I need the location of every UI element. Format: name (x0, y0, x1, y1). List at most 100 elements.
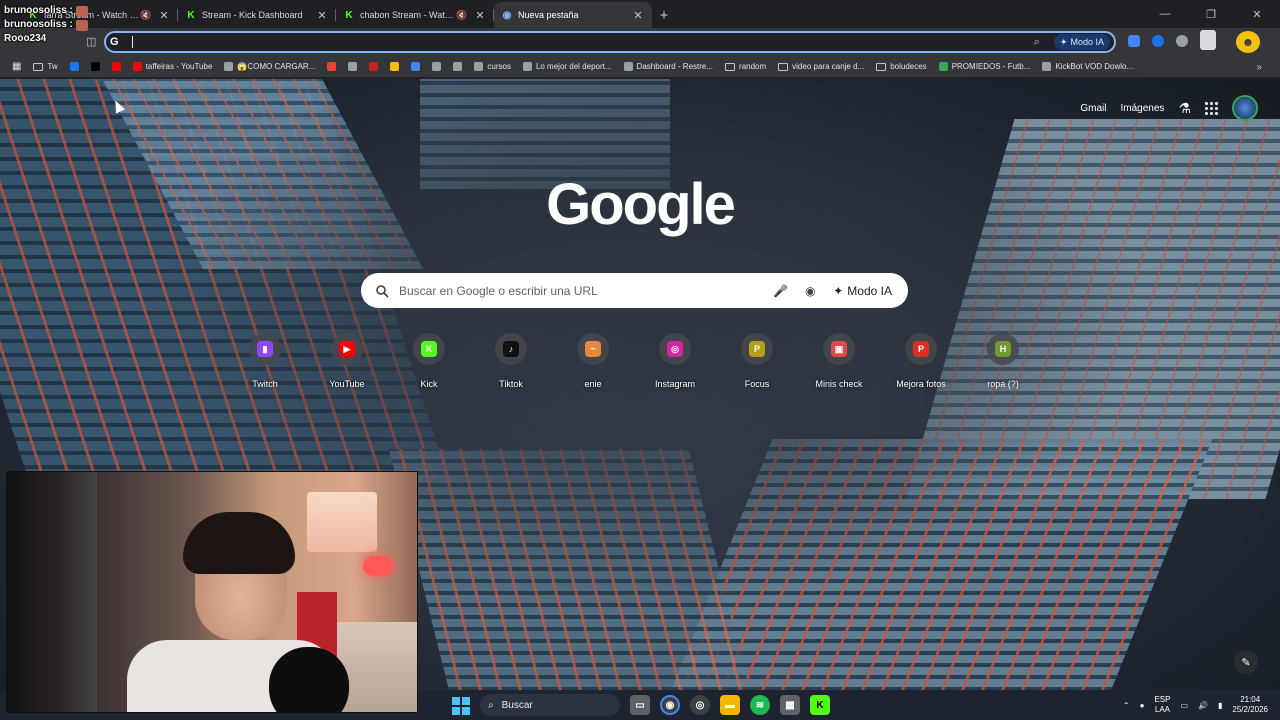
bookmark-favicon-icon (411, 62, 421, 71)
bookmark-item[interactable] (384, 56, 405, 78)
bookmark-label: boludeces (890, 62, 927, 71)
zoom-search-icon[interactable]: ⌕ (1034, 36, 1040, 49)
bookmark-item[interactable] (363, 56, 384, 78)
windows-start-icon[interactable] (450, 695, 470, 715)
modo-ia-chip[interactable]: ✦ Modo IA (1053, 34, 1110, 50)
shortcut-circle: P (741, 333, 773, 365)
microphone-icon[interactable]: 🎤 (773, 284, 788, 298)
spotify-icon[interactable]: ≋ (750, 695, 770, 715)
battery-icon[interactable]: ▮ (1218, 701, 1222, 710)
shortcut-tile[interactable]: Hropa (?) (962, 331, 1044, 389)
extension-icon[interactable] (1200, 30, 1216, 50)
shortcut-tile[interactable]: ▣ Minis check (798, 331, 880, 389)
google-apps-icon[interactable] (1205, 101, 1218, 115)
bookmark-item[interactable] (405, 56, 426, 78)
shortcut-tile[interactable]: ♪ Tiktok (470, 331, 552, 389)
minimize-button[interactable]: — (1142, 0, 1188, 28)
bookmark-item[interactable] (85, 56, 106, 78)
bookmark-item[interactable] (426, 56, 447, 78)
bookmark-item[interactable]: PROMIEDOS - Futb... (933, 56, 1037, 78)
chrome-icon[interactable]: ◉ (660, 695, 680, 715)
new-tab-button[interactable]: + (652, 2, 676, 28)
mejora-fotos-icon: P (913, 341, 929, 357)
file-explorer-icon[interactable]: ▬ (720, 695, 740, 715)
close-window-button[interactable]: ✕ (1234, 0, 1280, 28)
bookmark-folder[interactable]: random (719, 56, 772, 78)
customize-pencil-icon[interactable]: ✎ (1234, 650, 1258, 674)
bookmark-item[interactable] (321, 56, 342, 78)
bookmark-item[interactable]: taffeiras - YouTube (127, 56, 219, 78)
address-bar[interactable]: G ⌕ ✦ Modo IA (104, 31, 1116, 53)
tray-chevron-icon[interactable]: ⌃ (1123, 701, 1130, 710)
network-icon[interactable]: ▭ (1180, 701, 1188, 710)
bookmark-folder[interactable]: video para canje d... (772, 56, 870, 78)
browser-tab[interactable]: ◉ Nueva pestaña ✕ (494, 2, 652, 28)
volume-icon[interactable]: 🔊 (1198, 701, 1208, 710)
taskbar-search[interactable]: ⌕ Buscar (480, 694, 620, 716)
bookmark-item[interactable]: KickBot VOD Dowlo... (1036, 56, 1139, 78)
google-lens-icon[interactable]: ◉ (803, 284, 817, 298)
bookmark-item[interactable] (447, 56, 468, 78)
tab-close-icon[interactable]: ✕ (316, 9, 328, 22)
tray-app-icon[interactable]: ● (1140, 701, 1145, 710)
google-search-box[interactable]: Buscar en Google o escribir una URL 🎤 ◉ … (361, 273, 908, 308)
bookmark-folder[interactable]: boludeces (870, 56, 932, 78)
shortcut-label: ropa (?) (987, 379, 1019, 389)
shortcut-circle: ▮ (249, 333, 281, 365)
bookmark-favicon-icon (474, 62, 484, 71)
bookmark-item[interactable] (342, 56, 363, 78)
gmail-link[interactable]: Gmail (1080, 103, 1106, 114)
more-bookmarks-icon[interactable]: » (1256, 56, 1262, 78)
chat-emote (75, 5, 88, 17)
browser-tab[interactable]: K Stream - Kick Dashboard ✕ (178, 2, 336, 28)
clock[interactable]: 21:04 25/2/2026 (1232, 695, 1268, 715)
shortcut-tile[interactable]: ◎ Instagram (634, 331, 716, 389)
task-view-icon[interactable]: ▭ (630, 695, 650, 715)
shortcut-tile[interactable]: P Mejora fotos (880, 331, 962, 389)
extension-icon[interactable] (1152, 35, 1164, 47)
tab-close-icon[interactable]: ✕ (474, 9, 486, 22)
tab-close-icon[interactable]: ✕ (632, 9, 644, 22)
system-tray: ⌃ ● ESP LAA ▭ 🔊 ▮ 21:04 25/2/2026 (1123, 690, 1280, 720)
shortcut-label: Kick (420, 379, 438, 389)
bookmark-item[interactable]: Dashboard - Restre... (618, 56, 719, 78)
maximize-button[interactable]: ❐ (1188, 0, 1234, 28)
shortcut-tile[interactable]: K Kick (388, 331, 470, 389)
apps-grid-icon[interactable]: ▦ (6, 56, 27, 78)
shortcut-tile[interactable]: ▮ Twitch (224, 331, 306, 389)
account-avatar[interactable] (1232, 95, 1258, 121)
store-icon[interactable]: ▦ (780, 695, 800, 715)
tab-muted-icon[interactable]: 🔇 (140, 10, 152, 21)
shortcut-tile[interactable]: P Focus (716, 331, 798, 389)
extension-icon[interactable] (1176, 35, 1188, 47)
browser-tab[interactable]: Kchabon Stream - Watch Live🔇 ✕ (336, 2, 494, 28)
shortcut-label: enie (584, 379, 602, 389)
bookmark-item[interactable] (106, 56, 127, 78)
bookmark-item[interactable] (64, 56, 85, 78)
instagram-icon: ◎ (667, 341, 683, 357)
bookmark-favicon-icon (623, 62, 633, 71)
twitch-icon: ▮ (257, 341, 273, 357)
extension-icon[interactable] (1128, 35, 1140, 47)
obs-icon[interactable]: ◎ (690, 695, 710, 715)
bookmark-favicon-icon (69, 62, 79, 71)
language-indicator[interactable]: ESP LAA (1154, 695, 1170, 715)
shortcut-tile[interactable]: ~ enie (552, 331, 634, 389)
tab-title: chabon Stream - Watch Live (360, 10, 456, 20)
images-link[interactable]: Imágenes (1121, 103, 1165, 114)
tab-title: Stream - Kick Dashboard (202, 10, 303, 20)
kick-icon[interactable]: K (810, 695, 830, 715)
shortcut-circle: ♪ (495, 333, 527, 365)
bookmark-item[interactable]: cursos (468, 56, 517, 78)
bookmark-folder[interactable]: Tw (27, 56, 63, 78)
profile-emoji-icon[interactable]: ☻ (1236, 31, 1260, 53)
labs-flask-icon[interactable]: ⚗ (1178, 100, 1191, 117)
shortcut-tile[interactable]: ▶ YouTube (306, 331, 388, 389)
bookmark-favicon-icon (348, 62, 358, 71)
shortcut-label: Focus (744, 379, 770, 389)
bookmark-item[interactable]: Lo mejor del deport... (517, 56, 618, 78)
modo-ia-button[interactable]: ✦ Modo IA (833, 284, 892, 298)
bookmark-item[interactable]: 😱COMO CARGAR... (218, 56, 321, 78)
tab-muted-icon[interactable]: 🔇 (456, 10, 468, 21)
tab-close-icon[interactable]: ✕ (158, 9, 170, 22)
